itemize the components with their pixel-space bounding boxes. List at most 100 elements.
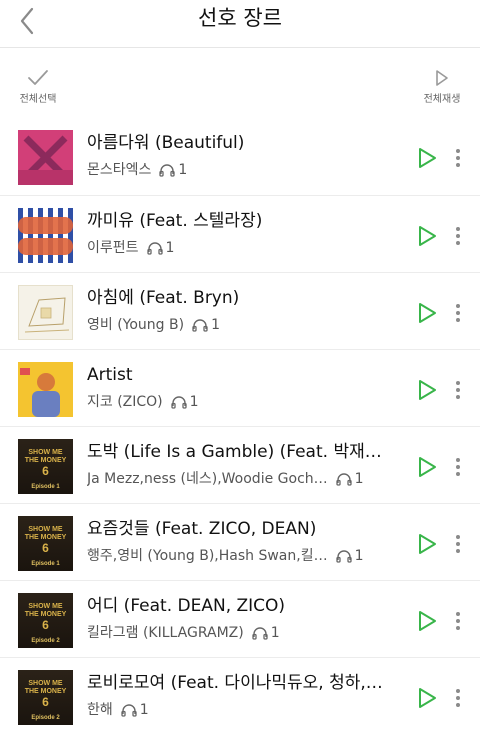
album-art-title: SHOW ME THE MONEY 6: [24, 603, 67, 632]
headphones-icon: [171, 396, 187, 409]
play-icon[interactable]: [416, 378, 438, 402]
song-row[interactable]: 아름다워 (Beautiful) 몬스타엑스 1: [0, 118, 480, 195]
play-count-value: 1: [270, 625, 280, 641]
song-title: 까미유 (Feat. 스텔라장): [87, 211, 263, 231]
play-all-button[interactable]: 전체재생: [418, 68, 466, 105]
play-count-value: 1: [189, 394, 199, 410]
play-count: 1: [159, 160, 187, 180]
album-art-title: SHOW ME THE MONEY 6: [24, 526, 67, 555]
artist-name: 몬스타엑스: [87, 162, 152, 178]
more-options-icon[interactable]: [452, 301, 464, 325]
album-art: [18, 130, 73, 185]
album-art: [18, 285, 73, 340]
song-title: 로비로모여 (Feat. 다이나믹듀오, 청하,…: [87, 673, 383, 693]
album-art-title: SHOW ME THE MONEY 6: [24, 680, 67, 709]
play-count: 1: [121, 700, 149, 720]
album-art: SHOW ME THE MONEY 6 Episode 2: [18, 593, 73, 648]
album-art-episode: Episode 1: [31, 561, 60, 567]
headphones-icon: [146, 242, 163, 255]
song-title: 도박 (Life Is a Gamble) (Feat. 박재…: [87, 442, 382, 462]
play-count-value: 1: [211, 317, 221, 333]
song-row[interactable]: SHOW ME THE MONEY 6 Episode 2 어디 (Feat. DEA…: [0, 580, 480, 657]
headphones-icon: [192, 319, 208, 332]
song-title: Artist: [87, 365, 133, 385]
play-icon[interactable]: [416, 224, 438, 248]
page-title: 선호 장르: [198, 6, 282, 30]
album-art: [18, 362, 73, 417]
more-options-icon[interactable]: [452, 686, 464, 710]
song-title: 아침에 (Feat. Bryn): [87, 288, 240, 308]
song-row[interactable]: SHOW ME THE MONEY 6 Episode 1 도박 (Life Is a…: [0, 426, 480, 503]
song-meta: 행주,영비 (Young B),Hash Swan,킬… 1: [87, 546, 407, 566]
headphones-icon: [335, 473, 352, 486]
play-icon[interactable]: [416, 455, 438, 479]
album-art: [18, 208, 73, 263]
more-options-icon[interactable]: [452, 146, 464, 170]
album-art-episode: Episode 1: [31, 484, 60, 490]
play-icon[interactable]: [416, 146, 438, 170]
headphones-icon: [335, 550, 352, 563]
play-count-value: 1: [354, 548, 364, 564]
play-count: 1: [146, 238, 175, 258]
artist-name: Ja Mezz,ness (네스),Woodie Goch…: [87, 471, 328, 487]
song-row[interactable]: SHOW ME THE MONEY 6 Episode 2 로비로모여 (Feat. …: [0, 657, 480, 733]
play-count: 1: [171, 392, 199, 412]
album-art-episode: Episode 2: [31, 638, 60, 644]
more-options-icon[interactable]: [452, 455, 464, 479]
song-meta: Ja Mezz,ness (네스),Woodie Goch… 1: [87, 469, 407, 489]
play-count: 1: [335, 469, 364, 489]
more-options-icon[interactable]: [452, 378, 464, 402]
song-meta: 한해 1: [87, 700, 407, 720]
song-title: 어디 (Feat. DEAN, ZICO): [87, 596, 286, 616]
list-toolbar: 전체선택 전체재생: [0, 48, 480, 118]
song-meta: 이루펀트 1: [87, 238, 407, 258]
headphones-icon: [252, 627, 268, 640]
play-icon[interactable]: [416, 532, 438, 556]
select-all-button[interactable]: 전체선택: [14, 68, 62, 105]
album-art: SHOW ME THE MONEY 6 Episode 1: [18, 516, 73, 571]
song-meta: 지코 (ZICO) 1: [87, 392, 407, 412]
song-row[interactable]: SHOW ME THE MONEY 6 Episode 1 요즘것들 (Feat. Z…: [0, 503, 480, 580]
artist-name: 지코 (ZICO): [87, 394, 163, 410]
more-options-icon[interactable]: [452, 532, 464, 556]
play-count: 1: [252, 623, 280, 643]
play-icon[interactable]: [416, 609, 438, 633]
play-icon[interactable]: [416, 301, 438, 325]
song-row[interactable]: 까미유 (Feat. 스텔라장) 이루펀트 1: [0, 195, 480, 272]
artist-name: 영비 (Young B): [87, 317, 185, 333]
play-count-value: 1: [165, 240, 175, 256]
album-art-graphic: [18, 362, 73, 417]
header-bar: 선호 장르: [0, 0, 480, 48]
headphones-icon: [121, 704, 137, 717]
play-outline-icon: [436, 70, 448, 86]
headphones-icon: [159, 164, 176, 177]
song-meta: 몬스타엑스 1: [87, 160, 407, 180]
album-art-graphic: [24, 297, 70, 333]
artist-name: 행주,영비 (Young B),Hash Swan,킬…: [87, 548, 328, 564]
album-art-episode: Episode 2: [31, 715, 60, 721]
song-row[interactable]: 아침에 (Feat. Bryn) 영비 (Young B) 1: [0, 272, 480, 349]
play-icon[interactable]: [416, 686, 438, 710]
artist-name: 이루펀트: [87, 240, 139, 256]
album-art-graphic: [18, 217, 73, 255]
album-art-title: SHOW ME THE MONEY 6: [24, 449, 67, 478]
play-count-value: 1: [178, 162, 188, 178]
album-art-graphic: [18, 130, 73, 185]
more-options-icon[interactable]: [452, 224, 464, 248]
album-art: SHOW ME THE MONEY 6 Episode 2: [18, 670, 73, 725]
song-meta: 킬라그램 (KILLAGRAMZ) 1: [87, 623, 407, 643]
song-row[interactable]: Artist 지코 (ZICO) 1: [0, 349, 480, 426]
play-count: 1: [192, 315, 220, 335]
play-count: 1: [335, 546, 364, 566]
artist-name: 킬라그램 (KILLAGRAMZ): [87, 625, 244, 641]
play-count-value: 1: [354, 471, 364, 487]
album-art: SHOW ME THE MONEY 6 Episode 1: [18, 439, 73, 494]
artist-name: 한해: [87, 702, 113, 718]
song-title: 요즘것들 (Feat. ZICO, DEAN): [87, 519, 317, 539]
select-all-label: 전체선택: [19, 94, 57, 105]
song-list: 아름다워 (Beautiful) 몬스타엑스 1 까미유 (Feat. 스텔라장…: [0, 118, 480, 733]
song-meta: 영비 (Young B) 1: [87, 315, 407, 335]
play-all-label: 전체재생: [423, 94, 461, 105]
play-count-value: 1: [139, 702, 149, 718]
more-options-icon[interactable]: [452, 609, 464, 633]
